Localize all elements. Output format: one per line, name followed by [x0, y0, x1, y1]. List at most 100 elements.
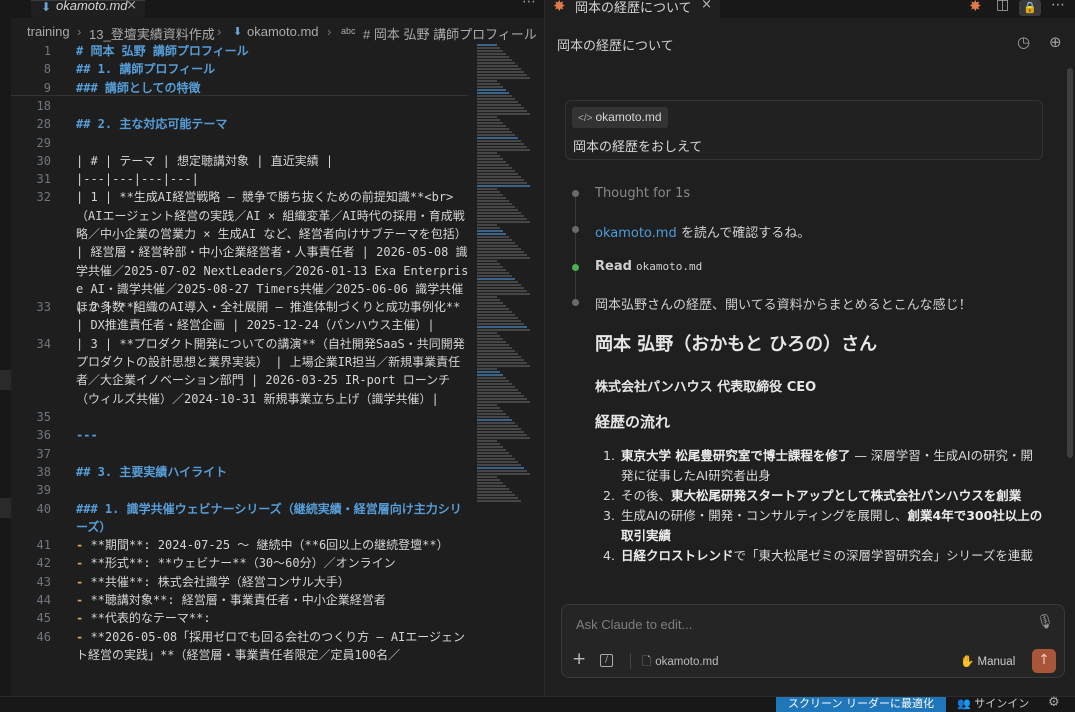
add-context-button[interactable]: +: [572, 649, 586, 669]
minimap-line: [477, 230, 503, 232]
minimap-line: [477, 374, 503, 376]
status-bar: スクリーン リーダーに最適化 👥 サインイン ⚙: [0, 695, 1075, 712]
minimap-line: [477, 89, 506, 91]
close-icon[interactable]: ×: [701, 0, 712, 12]
new-chat-icon[interactable]: ⊕: [1049, 33, 1062, 51]
microphone-icon[interactable]: 🎙: [1036, 614, 1054, 630]
slash-command-icon[interactable]: /: [600, 654, 613, 667]
minimap-line: [477, 167, 512, 169]
lock-icon[interactable]: 🔒: [1019, 0, 1041, 16]
minimap-line: [477, 197, 506, 199]
minimap-line: [477, 251, 524, 253]
minimap-line: [477, 56, 509, 58]
code-text: |---|---|---|---|: [76, 172, 199, 187]
minimap-line: [477, 77, 530, 79]
read-tool-step[interactable]: Read okamoto.md: [595, 259, 702, 274]
code-text: ## 2. 主な対応可能テーマ: [76, 117, 228, 132]
minimap-line: [477, 473, 530, 475]
line-number: 36: [36, 428, 51, 443]
minimap-line: [477, 314, 515, 316]
screen-reader-badge[interactable]: スクリーン リーダーに最適化: [776, 697, 946, 712]
editor-tab-okamoto[interactable]: ⬇ okamoto.md ×: [31, 0, 145, 18]
minimap-line: [477, 476, 497, 478]
close-icon[interactable]: ×: [126, 0, 137, 13]
thought-step[interactable]: Thought for 1s: [595, 186, 690, 201]
minimap-line: [477, 68, 521, 70]
panel-scrollbar[interactable]: [1067, 68, 1073, 458]
send-button[interactable]: ↑: [1032, 649, 1056, 673]
heading-icon: abc: [341, 26, 356, 36]
minimap-line: [477, 200, 509, 202]
minimap-line: [477, 158, 503, 160]
history-icon[interactable]: ◷: [1017, 33, 1030, 51]
minimap-line: [477, 425, 518, 427]
minimap-line: [477, 422, 515, 424]
minimap-line: [477, 488, 509, 490]
settings-icon[interactable]: ⚙: [1048, 695, 1060, 710]
breadcrumb-item-file[interactable]: okamoto.md: [247, 24, 319, 39]
panel-marker[interactable]: [0, 498, 11, 518]
signin-item[interactable]: 👥 サインイン: [957, 697, 1029, 711]
breadcrumb-item-training[interactable]: training: [27, 24, 70, 39]
minimap-line: [477, 137, 518, 139]
minimap-line: [477, 395, 524, 397]
line-number: 44: [36, 593, 51, 607]
minimap-line: [477, 224, 497, 226]
minimap-line: [477, 71, 524, 73]
minimap-line: [477, 173, 518, 175]
line-number: 8: [43, 62, 51, 77]
line-number: 18: [36, 98, 51, 113]
minimap-line: [477, 368, 497, 370]
chevron-right-icon: ›: [327, 24, 332, 39]
minimap-line: [477, 326, 527, 328]
minimap[interactable]: [475, 42, 535, 504]
minimap-line: [477, 113, 530, 115]
code-text-body: **形式**: **ウェビナー**（30〜60分）／オンライン: [90, 556, 396, 571]
minimap-line: [477, 233, 506, 235]
claude-star-icon[interactable]: ✸: [969, 0, 982, 15]
code-text: | 3 | **プロダクト開発についての講演**（自社開発SaaS・共同開発プロ…: [76, 336, 465, 406]
chat-input[interactable]: Ask Claude to edit...: [576, 617, 692, 632]
panel-tab-conversation[interactable]: ✸ 岡本の経歴について ×: [545, 0, 720, 18]
minimap-line: [477, 146, 527, 148]
minimap-line: [477, 269, 506, 271]
code-text: ### 1. 識学共催ウェビナーシリーズ（継続実績・経営層向け主力シリーズ）: [76, 501, 462, 534]
breadcrumb-item-heading[interactable]: # 岡本 弘野 講師プロフィール: [363, 24, 537, 42]
split-editor-icon[interactable]: ◫: [996, 0, 1009, 13]
minimap-line: [477, 437, 530, 439]
file-link[interactable]: okamoto.md: [595, 226, 677, 241]
read-intent-step: okamoto.md を読んで確認するね。: [595, 226, 811, 241]
minimap-line: [477, 467, 524, 469]
minimap-line: [477, 329, 530, 331]
line-number: 31: [36, 172, 51, 187]
minimap-line: [477, 491, 512, 493]
minimap-line: [477, 500, 521, 502]
minimap-line: [477, 464, 521, 466]
code-text: # 岡本 弘野 講師プロフィール: [76, 44, 249, 58]
code-text: | # | テーマ | 想定聴講対象 | 直近実績 |: [76, 153, 334, 168]
more-actions-icon[interactable]: ⋯: [522, 0, 536, 10]
minimap-line: [477, 404, 497, 406]
minimap-line: [477, 263, 500, 265]
minimap-line: [477, 377, 506, 379]
minimap-line: [477, 311, 512, 313]
minimap-line: [477, 380, 509, 382]
context-file-chip[interactable]: 🗋 okamoto.md: [642, 654, 719, 673]
mode-selector[interactable]: ✋ Manual: [960, 654, 1015, 668]
more-actions-icon[interactable]: ⋯: [1051, 0, 1065, 13]
code-text: - **聴講対象**: 経営層・事業責任者・中小企業経営者: [76, 591, 471, 609]
code-editor[interactable]: 1 # 岡本 弘野 講師プロフィール 8 ## 1. 講師プロフィール 9 ### 講師と…: [11, 42, 475, 712]
breadcrumb-item-folder[interactable]: 13_登壇実績資料作成: [89, 24, 215, 42]
minimap-line: [477, 266, 503, 268]
file-icon: 🗋: [642, 656, 652, 668]
line-number: 43: [36, 574, 51, 589]
list-marker: -: [76, 574, 91, 589]
minimap-line: [477, 242, 515, 244]
divider: [630, 653, 631, 669]
code-text: ## 3. 主要実績ハイライト: [76, 464, 228, 479]
editor-scrollbar[interactable]: [536, 42, 544, 712]
file-chip[interactable]: </> okamoto.md: [572, 107, 668, 128]
ellipsis-marker[interactable]: [0, 370, 11, 390]
claude-panel: ✸ 岡本の経歴について × ✸ ◫ 🔒 ⋯ 岡本の経歴について ◷ ⊕ </> o…: [545, 0, 1075, 696]
chevron-right-icon: ›: [217, 24, 222, 39]
